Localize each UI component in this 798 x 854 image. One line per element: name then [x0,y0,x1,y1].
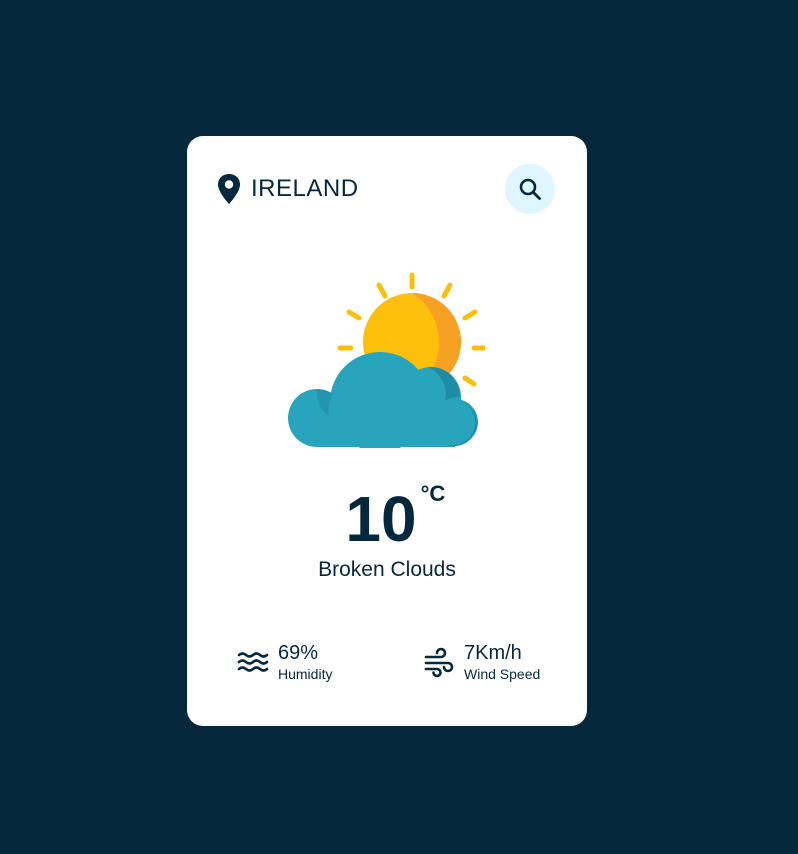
search-icon [519,178,541,200]
humidity-detail: 69% Humidity [237,641,332,683]
temperature-number: 10 [345,483,417,555]
temperature-unit: °C [420,481,446,506]
temperature: 10 °C [187,482,587,555]
wind-speed-label: Wind Speed [464,666,541,682]
wind-speed-value: 7Km/h [464,642,522,664]
sun-behind-cloud-icon [288,272,485,448]
map-pin-icon [218,174,240,204]
wind-icon [424,647,454,678]
search-button[interactable] [505,164,555,214]
weather-description: Broken Clouds [318,558,456,581]
location-name: IRELAND [251,175,359,202]
weather-card: IRELAND 10 °C Broken Clouds 69% Humidity… [187,136,587,726]
humidity-value: 69% [278,642,319,664]
humidity-label: Humidity [278,666,333,682]
location: IRELAND [217,174,359,204]
wind-detail: 7Km/h Wind Speed [423,641,540,683]
temperature-value: 10 °C [345,482,445,555]
water-waves-icon [237,652,269,672]
